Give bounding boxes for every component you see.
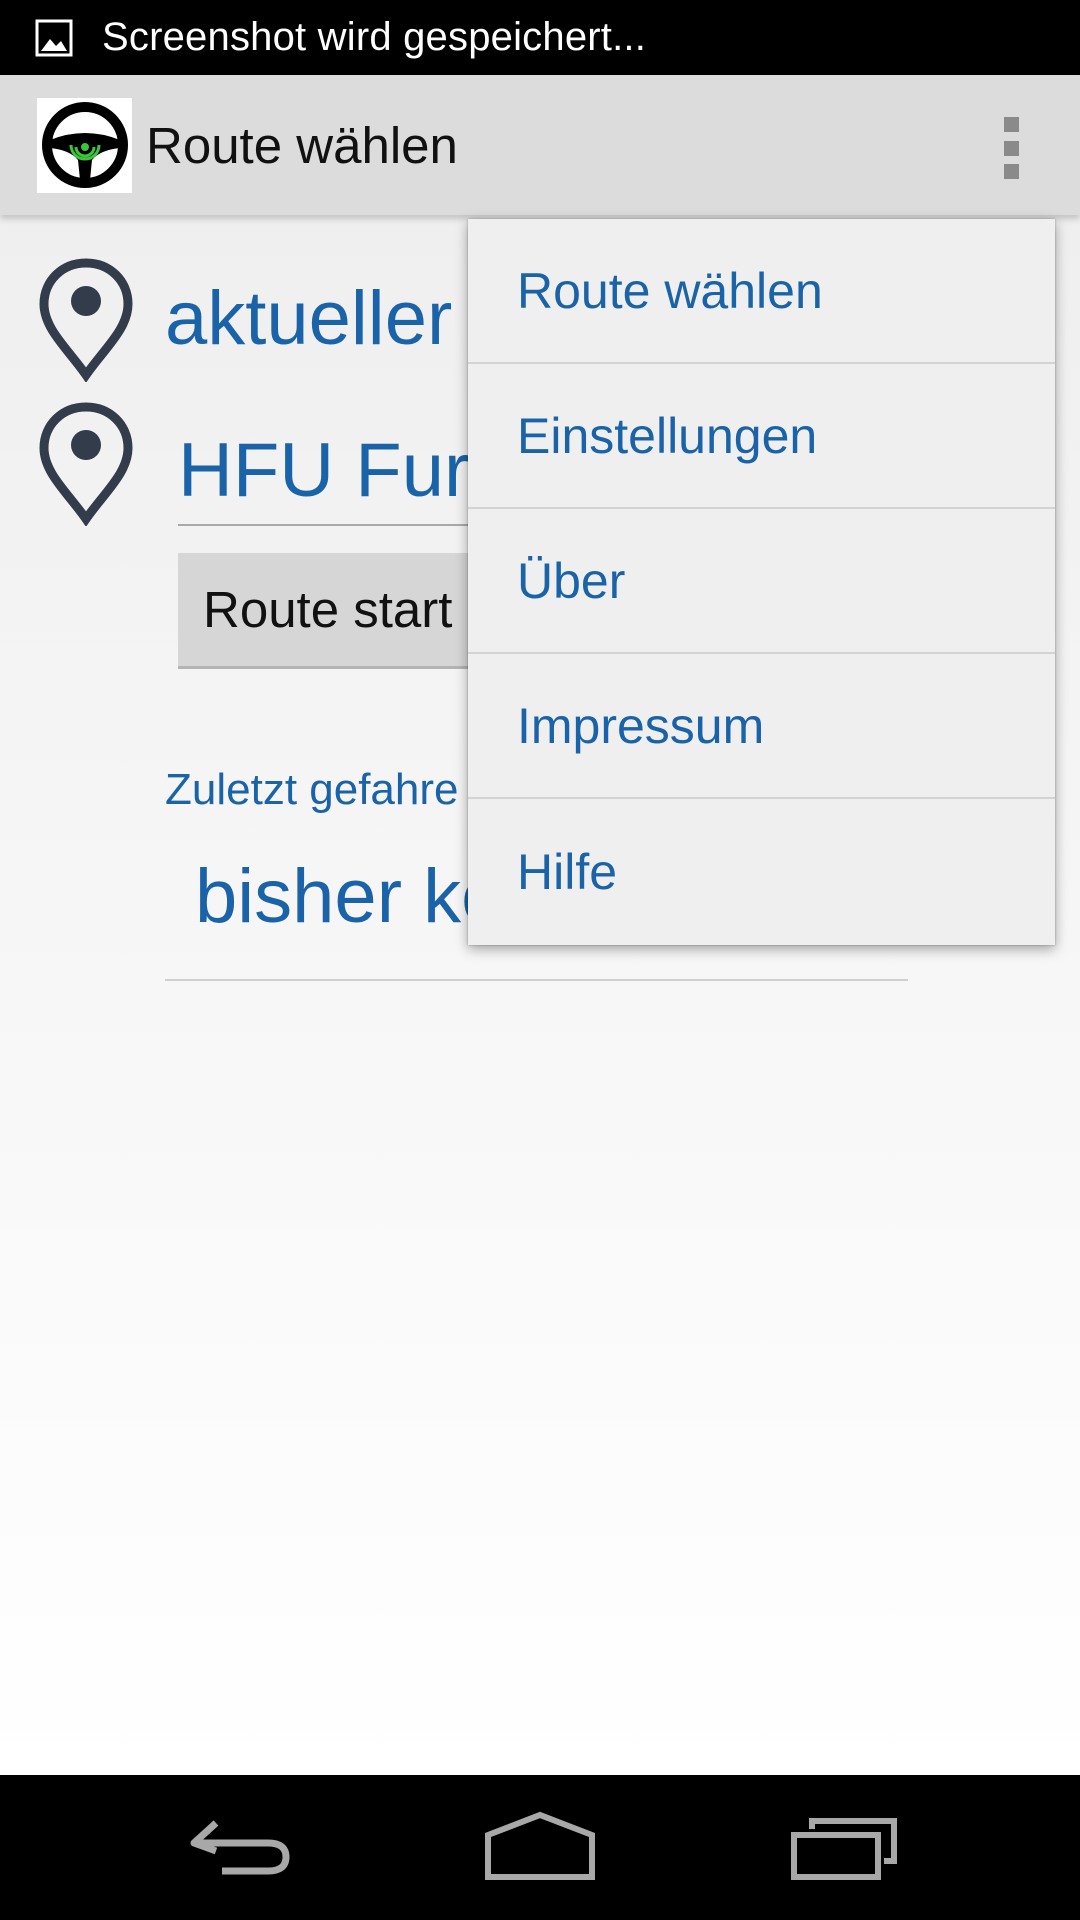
menu-item-about[interactable]: Über — [468, 509, 1055, 654]
navigation-bar — [0, 1775, 1080, 1920]
recent-divider — [165, 979, 908, 981]
notification-text: Screenshot wird gespeichert... — [102, 15, 647, 59]
menu-item-route[interactable]: Route wählen — [468, 219, 1055, 364]
recent-routes-empty: bisher ke — [195, 854, 504, 939]
image-icon — [35, 19, 73, 56]
menu-item-help[interactable]: Hilfe — [468, 799, 1055, 944]
status-bar: Screenshot wird gespeichert... — [0, 0, 1080, 75]
destination-field[interactable]: HFU Furt — [178, 427, 490, 514]
destination-pin-icon — [39, 402, 133, 526]
page-title: Route wählen — [146, 116, 458, 174]
start-location-field[interactable]: aktueller — [165, 275, 452, 362]
action-bar: Route wählen — [0, 75, 1080, 215]
start-route-label: Route start — [203, 581, 453, 638]
overflow-menu-icon[interactable] — [1002, 117, 1020, 179]
menu-item-imprint[interactable]: Impressum — [468, 654, 1055, 799]
menu-item-settings[interactable]: Einstellungen — [468, 364, 1055, 509]
home-icon[interactable] — [484, 1805, 596, 1890]
back-icon[interactable] — [186, 1805, 296, 1890]
app-logo[interactable] — [37, 97, 132, 193]
steering-wheel-logo-icon — [41, 102, 128, 188]
recents-icon[interactable] — [790, 1805, 902, 1890]
recent-routes-heading: Zuletzt gefahre — [165, 765, 459, 814]
location-pin-icon — [39, 258, 133, 382]
overflow-menu: Route wählen Einstellungen Über Impressu… — [468, 219, 1055, 945]
